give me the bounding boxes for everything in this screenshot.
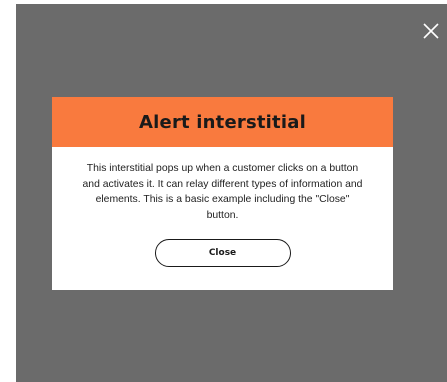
alert-interstitial-modal: Alert interstitial This interstitial pop… — [52, 97, 393, 290]
close-button[interactable]: Close — [154, 239, 291, 267]
modal-header: Alert interstitial — [52, 97, 393, 147]
modal-description: This interstitial pops up when a custome… — [82, 163, 363, 221]
modal-title: Alert interstitial — [139, 111, 306, 133]
modal-body: This interstitial pops up when a custome… — [52, 147, 393, 267]
close-icon[interactable] — [418, 18, 444, 44]
